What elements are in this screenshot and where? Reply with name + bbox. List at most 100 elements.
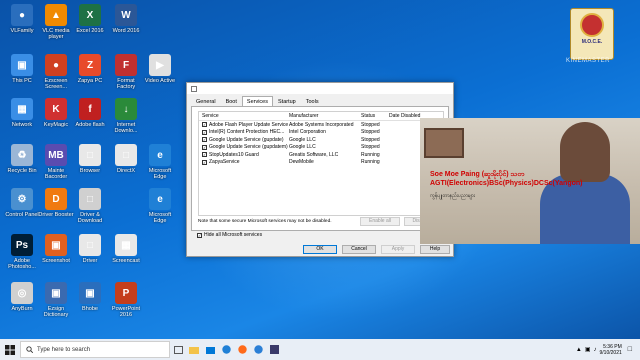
file-explorer-icon[interactable] <box>186 339 202 360</box>
desktop-icon[interactable]: ↓ Internet Downlo... <box>108 98 144 134</box>
desktop-icon-label: Internet Downlo... <box>114 122 138 134</box>
desktop-icon[interactable]: D Driver Booster <box>38 188 74 218</box>
desktop-icon[interactable]: f Adobe flash <box>72 98 108 128</box>
desktop-icon[interactable]: Ps Adobe Photosho... <box>4 234 40 270</box>
service-cell: ✓ Google Update Service (gupdate) <box>199 137 289 143</box>
service-row[interactable]: ✓ Google Update Service (gupdatem) Google … <box>199 144 443 152</box>
tab-tools[interactable]: Tools <box>301 96 324 106</box>
notification-icon[interactable]: □ <box>628 346 632 353</box>
service-checkbox[interactable]: ✓ <box>202 159 207 165</box>
app-icon: ▣ <box>79 282 101 304</box>
desktop-icon[interactable]: ▲ VLC media player <box>38 4 74 40</box>
desktop-icon[interactable]: F Format Factory <box>108 54 144 90</box>
column-manufacturer[interactable]: Manufacturer <box>289 113 361 119</box>
app-icon[interactable] <box>266 339 282 360</box>
service-cell: ✓ StopUpdates10 Guard <box>199 152 289 158</box>
service-name: Intel(R) Content Protection HEC... <box>209 129 285 136</box>
desktop-icon[interactable]: ▶ Video Active <box>142 54 178 84</box>
service-name: StopUpdates10 Guard <box>209 151 259 158</box>
service-row[interactable]: ✓ StopUpdates10 Guard Greatis Software, LL… <box>199 151 443 159</box>
cancel-button[interactable]: Cancel <box>342 245 376 254</box>
ok-button[interactable]: OK <box>303 245 337 254</box>
start-button[interactable] <box>0 339 20 360</box>
service-manufacturer: Google LLC <box>289 136 316 143</box>
desktop-icon[interactable]: e Microsoft Edge <box>142 144 178 180</box>
desktop-icon-label: Network <box>11 122 33 128</box>
desktop-icon[interactable]: ◎ AnyBurn <box>4 282 40 312</box>
hide-microsoft-services[interactable]: ✓ Hide all Microsoft services <box>197 232 262 238</box>
desktop-icon[interactable]: MB Mainte Bacorder <box>38 144 74 180</box>
desktop-icon[interactable]: □ Driver <box>72 234 108 264</box>
volume-icon[interactable]: ♪ <box>594 347 597 353</box>
desktop-icon[interactable]: ▦ Screencast <box>108 234 144 264</box>
desktop-icon[interactable]: X Excel 2016 <box>72 4 108 34</box>
ie-icon[interactable] <box>250 339 266 360</box>
service-checkbox[interactable]: ✓ <box>202 129 207 135</box>
desktop-icon-label: Ezscreen Screen... <box>44 78 68 90</box>
desktop-icon[interactable]: □ Driver & Download <box>72 188 108 224</box>
app-icon: K <box>45 98 67 120</box>
column-service[interactable]: Service <box>199 113 289 119</box>
service-checkbox[interactable]: ✓ <box>202 144 207 150</box>
desktop-icon[interactable]: K KeyMagic <box>38 98 74 128</box>
tab-boot[interactable]: Boot <box>221 96 242 106</box>
clock[interactable]: 5:36 PM 9/10/2021 <box>600 344 622 356</box>
column-status[interactable]: Status <box>361 113 389 119</box>
desktop-icon[interactable]: W Word 2016 <box>108 4 144 34</box>
service-status: Stopped <box>361 144 380 151</box>
desktop-icon[interactable]: P PowerPoint 2016 <box>108 282 144 318</box>
desktop-icon[interactable]: ● VLFamily <box>4 4 40 34</box>
app-icon: □ <box>79 144 101 166</box>
chevron-up-icon[interactable]: ▲ <box>576 347 582 353</box>
store-icon[interactable] <box>202 339 218 360</box>
tab-services[interactable]: Services <box>241 96 273 106</box>
desktop-icon-label: Screencast <box>112 258 140 264</box>
tab-general[interactable]: General <box>191 96 221 106</box>
desktop-icon[interactable]: e Microsoft Edge <box>142 188 178 224</box>
desktop-icon[interactable]: ▣ Screenshot <box>38 234 74 264</box>
task-view-icon[interactable] <box>170 339 186 360</box>
taskbar-search[interactable]: Type here to search <box>20 341 170 358</box>
app-icon: e <box>149 188 171 210</box>
desktop-icon[interactable]: ⚙ Control Panel <box>4 188 40 218</box>
network-icon[interactable]: ▣ <box>585 346 591 353</box>
desktop-icon[interactable]: Z Zapya PC <box>72 54 108 84</box>
hide-services-checkbox[interactable]: ✓ <box>197 232 202 238</box>
tab-startup[interactable]: Startup <box>273 96 301 106</box>
apply-button[interactable]: Apply <box>381 245 415 254</box>
service-cell: ✓ Adobe Flash Player Update Service <box>199 122 289 128</box>
app-icon: ◎ <box>11 282 33 304</box>
firefox-icon[interactable] <box>234 339 250 360</box>
enable-all-button[interactable]: Enable all <box>360 217 400 226</box>
desktop-icon-label: Zapya PC <box>77 78 103 84</box>
desktop-icon-label: Mainte Bacorder <box>44 168 68 180</box>
desktop-icon-label: VLC media player <box>42 28 70 40</box>
desktop-icon[interactable]: ● Ezscreen Screen... <box>38 54 74 90</box>
services-panel: Service Manufacturer Status Date Disable… <box>191 106 449 231</box>
desktop-icon[interactable]: ▦ Network <box>4 98 40 128</box>
desktop-icon[interactable]: ▣ This PC <box>4 54 40 84</box>
desktop-icon[interactable]: ▣ Bhobe <box>72 282 108 312</box>
service-row[interactable]: ✓ Google Update Service (gupdate) Google L… <box>199 136 443 144</box>
windows-icon <box>5 344 15 355</box>
service-checkbox[interactable]: ✓ <box>202 122 207 128</box>
edge-icon[interactable] <box>218 339 234 360</box>
presenter-qualifications: AGTI(Electronics)BSc(Physics)DCSc(Yangon… <box>430 180 583 187</box>
app-icon: ▦ <box>115 234 137 256</box>
service-row[interactable]: ✓ ZapyaService DewMobile Running <box>199 159 443 167</box>
service-checkbox[interactable]: ✓ <box>202 152 207 158</box>
app-icon: X <box>79 4 101 26</box>
desktop-icon[interactable]: ♻ Recycle Bin <box>4 144 40 174</box>
services-note: Note that some secure Microsoft services… <box>198 219 332 224</box>
desktop-icon-label: Format Factory <box>116 78 136 90</box>
desktop-icon-label: Adobe flash <box>75 122 105 128</box>
service-row[interactable]: ✓ Intel(R) Content Protection HEC... Intel… <box>199 129 443 137</box>
clock-time: 5:36 PM <box>603 343 622 350</box>
service-row[interactable]: ✓ Adobe Flash Player Update Service Adobe … <box>199 121 443 129</box>
desktop-icon[interactable]: ▣ Ezsign Dictionary <box>38 282 74 318</box>
service-name: Google Update Service (gupdate) <box>209 136 284 143</box>
desktop-icon[interactable]: □ Browser <box>72 144 108 174</box>
help-button[interactable]: Help <box>420 245 450 254</box>
desktop-icon[interactable]: □ DirectX <box>108 144 144 174</box>
service-checkbox[interactable]: ✓ <box>202 137 207 143</box>
